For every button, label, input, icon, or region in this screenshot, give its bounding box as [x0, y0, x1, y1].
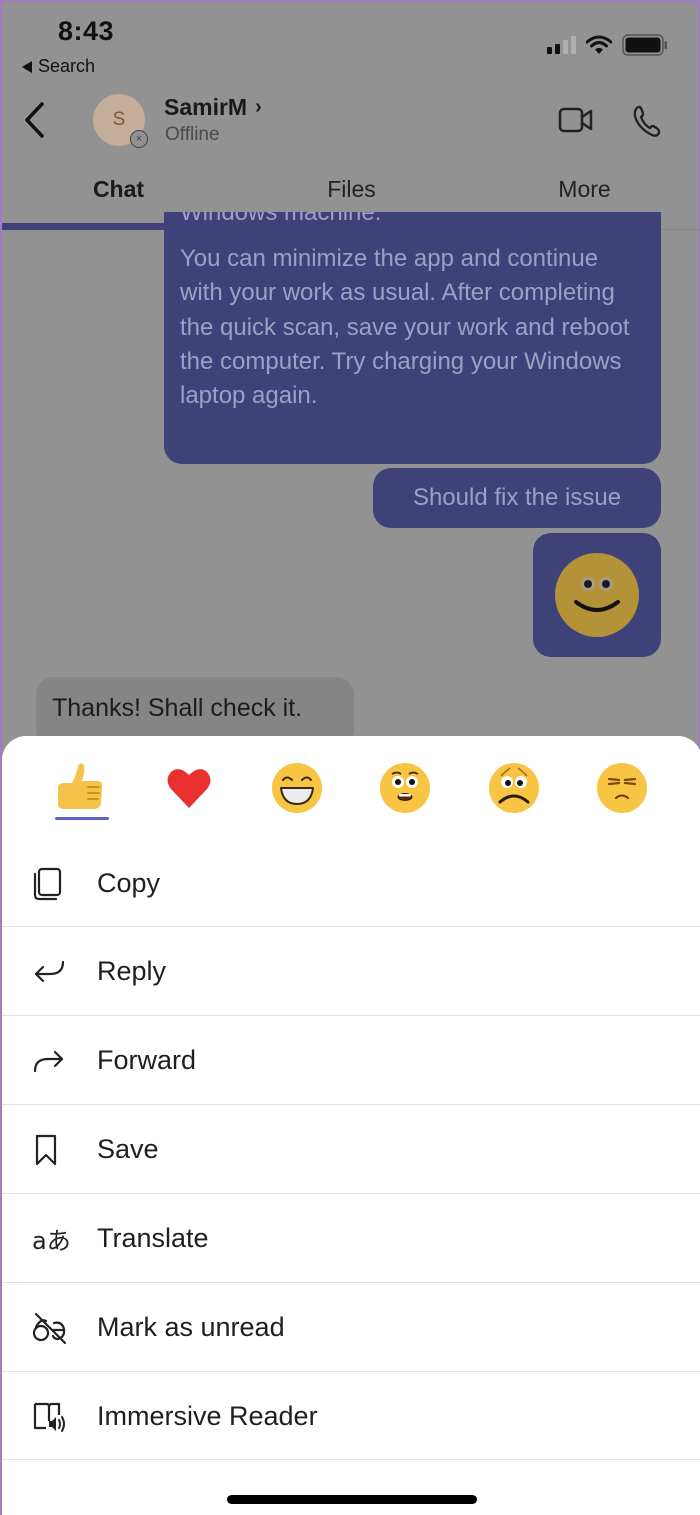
menu-item-reply[interactable]: Reply	[2, 927, 700, 1016]
tab-more[interactable]: More	[468, 176, 700, 203]
menu-item-mark-unread[interactable]: Mark as unread	[2, 1283, 700, 1372]
heart-icon	[167, 769, 211, 808]
offline-presence-icon: ×	[130, 130, 148, 148]
message-bubble-sent[interactable]: Windows machine. You can minimize the ap…	[164, 212, 661, 464]
reply-icon	[34, 960, 65, 982]
message-bubble-emoji[interactable]	[533, 533, 661, 657]
menu-item-label: Save	[97, 1134, 159, 1164]
reaction-sad[interactable]	[484, 758, 544, 818]
reaction-like[interactable]	[51, 758, 111, 818]
angry-emoji-icon	[597, 763, 647, 813]
chevron-right-icon: ›	[255, 96, 262, 118]
menu-item-save[interactable]: Save	[2, 1105, 700, 1194]
reaction-selected-indicator	[55, 817, 109, 820]
tab-chat[interactable]: Chat	[2, 176, 235, 203]
laugh-emoji-icon	[272, 763, 322, 813]
video-call-icon[interactable]	[558, 106, 594, 134]
forward-icon	[33, 1050, 64, 1072]
immersive-reader-icon	[33, 1402, 65, 1432]
presence-status: Offline	[165, 124, 220, 145]
battery-icon	[622, 34, 667, 56]
active-tab-indicator	[2, 223, 235, 230]
mark-unread-icon	[32, 1312, 67, 1344]
bookmark-icon	[35, 1134, 57, 1165]
avatar-initial: S	[112, 109, 126, 130]
menu-item-copy[interactable]: Copy	[2, 839, 700, 928]
menu-item-immersive-reader[interactable]: Immersive Reader	[2, 1372, 700, 1461]
menu-item-translate[interactable]: aあ Translate	[2, 1194, 700, 1283]
reaction-surprised[interactable]	[375, 758, 435, 818]
contact-name-button[interactable]: SamirM ›	[164, 94, 262, 121]
wifi-icon	[586, 35, 612, 54]
copy-icon	[33, 867, 62, 900]
message-bubble-sent[interactable]: Should fix the issue	[373, 468, 661, 528]
menu-item-label: Translate	[97, 1223, 209, 1253]
thumbs-up-icon	[58, 763, 103, 809]
back-chevron-icon[interactable]	[20, 100, 48, 140]
cellular-signal-icon	[547, 36, 576, 54]
translate-icon: aあ	[32, 1227, 71, 1255]
menu-item-forward[interactable]: Forward	[2, 1016, 700, 1105]
tab-files[interactable]: Files	[235, 176, 468, 203]
back-to-app-link[interactable]: Search	[22, 56, 95, 77]
menu-item-label: Reply	[97, 956, 167, 986]
status-time: 8:43	[58, 16, 115, 46]
menu-divider	[2, 1459, 700, 1460]
contact-name: SamirM	[164, 94, 248, 120]
sad-emoji-icon	[489, 763, 539, 813]
reaction-angry[interactable]	[592, 758, 652, 818]
reaction-heart[interactable]	[159, 758, 219, 818]
back-app-label: Search	[38, 56, 96, 76]
home-indicator[interactable]	[227, 1495, 477, 1504]
phone-call-icon[interactable]	[632, 104, 662, 138]
back-triangle-icon	[22, 60, 32, 73]
message-text: Thanks! Shall check it.	[52, 694, 303, 722]
menu-item-label: Immersive Reader	[97, 1401, 318, 1431]
message-text: You can minimize the app and continue wi…	[180, 245, 630, 410]
status-icons	[547, 34, 668, 56]
smile-emoji-icon	[555, 553, 639, 637]
message-text: Should fix the issue	[412, 484, 622, 511]
reaction-laugh[interactable]	[267, 758, 327, 818]
surprised-emoji-icon	[380, 763, 430, 813]
menu-item-label: Copy	[97, 868, 161, 898]
menu-item-label: Mark as unread	[97, 1312, 285, 1342]
menu-item-label: Forward	[97, 1045, 197, 1075]
